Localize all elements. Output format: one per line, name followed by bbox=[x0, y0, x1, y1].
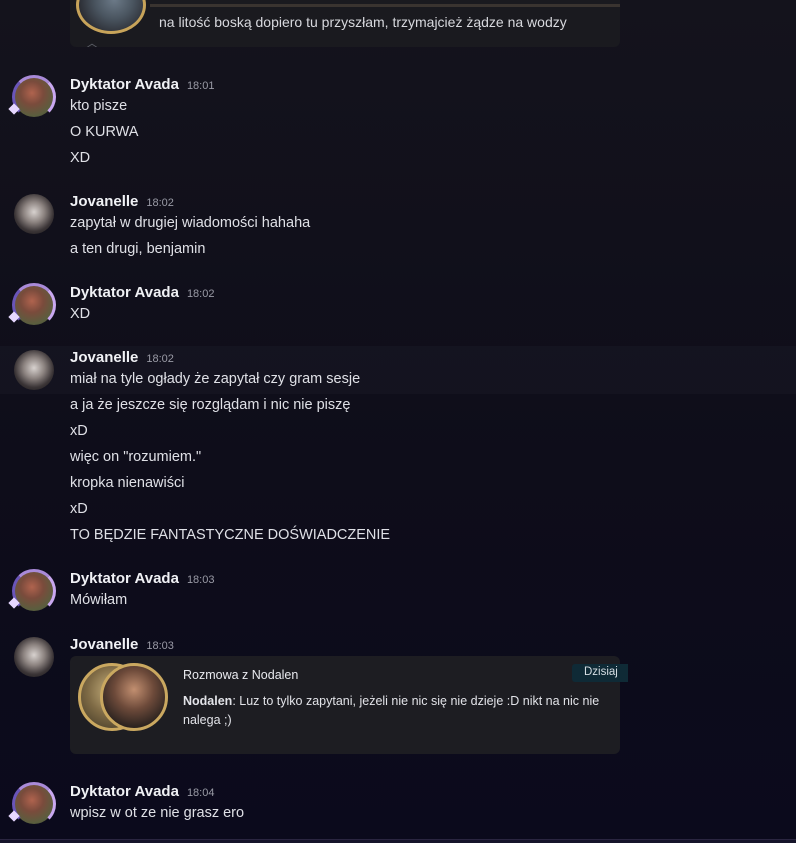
message-text: kropka nienawiści bbox=[70, 475, 185, 491]
avatar[interactable] bbox=[12, 192, 56, 236]
message-header: Jovanelle 18:03 bbox=[70, 636, 174, 653]
timestamp: 18:02 bbox=[146, 353, 174, 365]
message-text: O KURWA bbox=[70, 124, 139, 140]
avatar-decoration bbox=[12, 75, 56, 119]
embed-speaker: Nodalen bbox=[183, 694, 233, 708]
composer-edge bbox=[0, 839, 796, 843]
timestamp: 18:04 bbox=[186, 787, 215, 799]
message-group: Dyktator Avada 18:02 XD bbox=[0, 278, 796, 334]
message-header: Jovanelle 18:02 bbox=[70, 349, 174, 366]
timestamp: 18:03 bbox=[186, 574, 215, 586]
message-text: XD bbox=[70, 306, 91, 322]
avatar[interactable] bbox=[12, 635, 56, 679]
timestamp: 18:03 bbox=[146, 640, 174, 652]
message-text: a ja że jeszcze się rozglądam i nic nie … bbox=[70, 397, 351, 413]
embed-message: : Luz to tylko zapytani, jeżeli nie nic … bbox=[183, 694, 600, 727]
timestamp: 18:02 bbox=[146, 197, 174, 209]
message-group: Dyktator Avada 18:03 Mówiłam bbox=[0, 564, 796, 620]
message-header: Jovanelle 18:02 bbox=[70, 193, 174, 210]
author-name[interactable]: Dyktator Avada bbox=[70, 284, 179, 301]
embed-avatar bbox=[76, 0, 146, 34]
message-group: Jovanelle 18:02 miał na tyle ogłady że z… bbox=[0, 343, 796, 553]
message-group: Dyktator Avada 18:01 kto pisze O KURWA X… bbox=[0, 70, 796, 180]
avatar-decoration bbox=[12, 283, 56, 327]
embed-text: na litość boską dopiero tu przyszłam, tr… bbox=[159, 14, 567, 30]
message-text: TO BĘDZIE FANTASTYCZNE DOŚWIADCZENIE bbox=[70, 527, 391, 543]
embed-title: Rozmowa z Nodalen bbox=[183, 668, 299, 682]
message-text: xD bbox=[70, 423, 88, 439]
avatar[interactable] bbox=[8, 75, 56, 119]
embed-avatar bbox=[100, 663, 168, 731]
chat-panel: na litość boską dopiero tu przyszłam, tr… bbox=[0, 0, 796, 843]
avatar[interactable] bbox=[8, 569, 56, 613]
author-name[interactable]: Jovanelle bbox=[70, 193, 138, 210]
timestamp: 18:02 bbox=[186, 288, 215, 300]
message-header: Dyktator Avada 18:03 bbox=[70, 570, 214, 587]
embed-text: Nodalen: Luz to tylko zapytani, jeżeli n… bbox=[183, 692, 613, 730]
avatar[interactable] bbox=[8, 283, 56, 327]
reply-embed-top[interactable]: na litość boską dopiero tu przyszłam, tr… bbox=[70, 0, 620, 47]
avatar[interactable] bbox=[12, 348, 56, 392]
avatar[interactable] bbox=[8, 782, 56, 826]
message-text: wpisz w ot ze nie grasz ero bbox=[70, 805, 245, 821]
message-text: więc on "rozumiem." bbox=[70, 449, 202, 465]
message-text: zapytał w drugiej wiadomości hahaha bbox=[70, 215, 311, 231]
avatar-decoration bbox=[12, 569, 56, 613]
author-name[interactable]: Jovanelle bbox=[70, 349, 138, 366]
author-name[interactable]: Dyktator Avada bbox=[70, 76, 179, 93]
message-group: Jovanelle 18:03 bbox=[0, 630, 796, 677]
message-text: xD bbox=[70, 501, 88, 517]
author-name[interactable]: Dyktator Avada bbox=[70, 570, 179, 587]
chevron-up-icon[interactable]: ︿ bbox=[86, 34, 98, 47]
author-name[interactable]: Jovanelle bbox=[70, 636, 138, 653]
message-group: Jovanelle 18:02 zapytał w drugiej wiadom… bbox=[0, 187, 796, 267]
message-header: Dyktator Avada 18:04 bbox=[70, 783, 214, 800]
date-badge: Dzisiaj bbox=[572, 664, 628, 682]
embed-divider bbox=[150, 4, 620, 7]
message-text: Mówiłam bbox=[70, 592, 128, 608]
author-name[interactable]: Dyktator Avada bbox=[70, 783, 179, 800]
message-text: kto pisze bbox=[70, 98, 128, 114]
timestamp: 18:01 bbox=[186, 80, 215, 92]
conversation-embed[interactable]: Rozmowa z Nodalen Dzisiaj Nodalen: Luz t… bbox=[70, 656, 628, 754]
message-text: XD bbox=[70, 150, 91, 166]
message-text: a ten drugi, benjamin bbox=[70, 241, 206, 257]
message-text: miał na tyle ogłady że zapytał czy gram … bbox=[70, 371, 361, 387]
message-header: Dyktator Avada 18:02 bbox=[70, 284, 214, 301]
message-group: Dyktator Avada 18:04 wpisz w ot ze nie g… bbox=[0, 777, 796, 833]
avatar-decoration bbox=[12, 782, 56, 826]
message-header: Dyktator Avada 18:01 bbox=[70, 76, 214, 93]
